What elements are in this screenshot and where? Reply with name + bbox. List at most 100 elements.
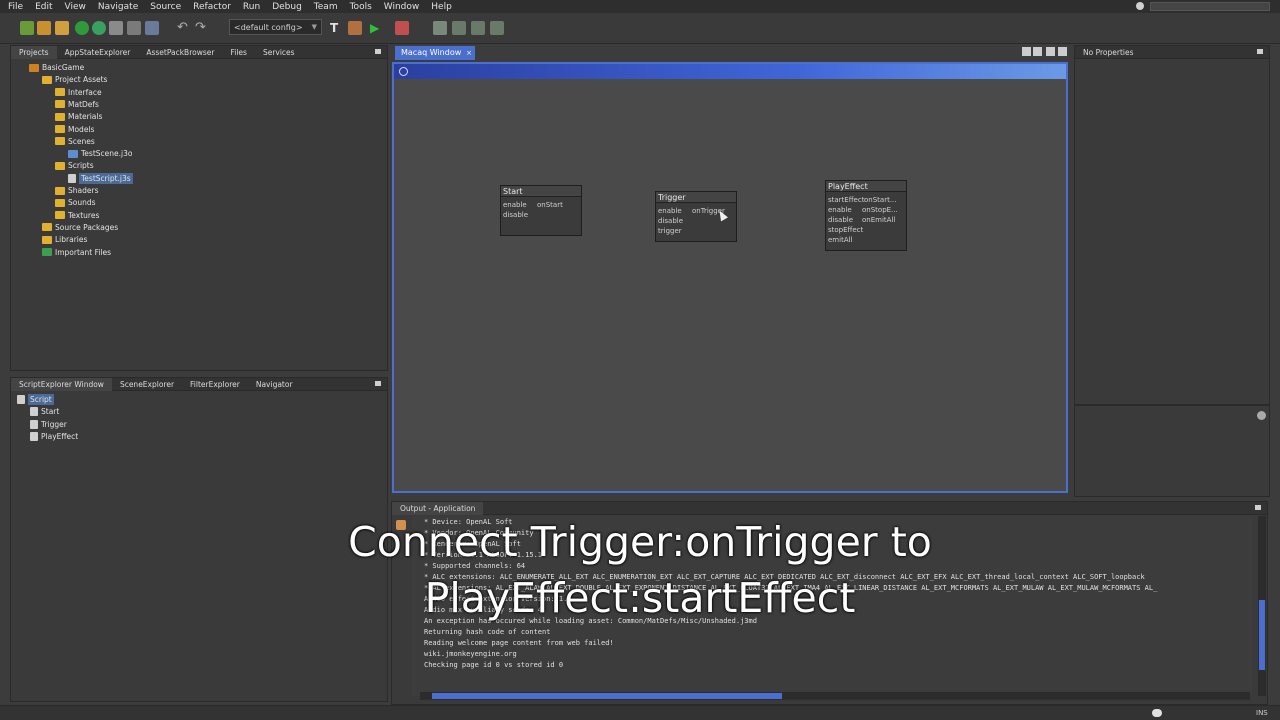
config-select-value: <default config>: [234, 22, 303, 32]
menu-debug[interactable]: Debug: [272, 2, 302, 12]
tab-files[interactable]: Files: [222, 46, 254, 59]
mountain-icon[interactable]: [471, 21, 485, 35]
tree-item[interactable]: Libraries: [42, 234, 87, 245]
tree-item[interactable]: Sounds: [55, 197, 96, 208]
tree-item[interactable]: BasicGame: [29, 62, 84, 73]
pin-enable[interactable]: enable: [658, 207, 682, 215]
script-canvas[interactable]: Start enable disable onStart Trigger ena…: [392, 62, 1068, 493]
tree-item[interactable]: Important Files: [42, 247, 111, 258]
tree-item[interactable]: MatDefs: [55, 99, 99, 110]
pin-disable[interactable]: disable: [503, 211, 528, 219]
pin-onstart[interactable]: onStart: [537, 201, 563, 209]
new-project-icon[interactable]: [37, 21, 51, 35]
maximize-icon[interactable]: [1058, 47, 1067, 56]
clean-build-icon[interactable]: [348, 21, 362, 35]
run-icon[interactable]: ▶: [370, 21, 384, 35]
pin-disable[interactable]: disable: [658, 217, 683, 225]
menu-view[interactable]: View: [65, 2, 86, 12]
node-start[interactable]: Start enable disable onStart: [500, 185, 582, 236]
save-all-icon[interactable]: [145, 21, 159, 35]
menu-window[interactable]: Window: [384, 2, 420, 12]
menu-team[interactable]: Team: [314, 2, 338, 12]
vertical-scrollbar[interactable]: [1258, 516, 1266, 696]
tab-assetpackbrowser[interactable]: AssetPackBrowser: [138, 46, 222, 59]
tree-item[interactable]: TestScript.j3s: [68, 172, 133, 184]
menu-refactor[interactable]: Refactor: [193, 2, 231, 12]
tree-item-label: MatDefs: [68, 99, 99, 109]
profile-icon[interactable]: [1136, 2, 1144, 10]
minimize-icon[interactable]: [1255, 505, 1261, 510]
close-icon[interactable]: ×: [466, 46, 472, 60]
tree-item[interactable]: PlayEffect: [30, 431, 78, 442]
terrain-tool-icon[interactable]: [490, 21, 504, 35]
tab-projects[interactable]: Projects: [11, 45, 57, 59]
pin-emitall[interactable]: emitAll: [828, 236, 853, 244]
menu-run[interactable]: Run: [243, 2, 260, 12]
redo-icon[interactable]: ↷: [195, 21, 209, 35]
undo-icon[interactable]: ↶: [177, 21, 191, 35]
scroll-left-icon[interactable]: [1022, 47, 1031, 56]
editor-tab[interactable]: Macaq Window ×: [395, 46, 475, 60]
tree-item[interactable]: Shaders: [55, 185, 98, 196]
tree-item[interactable]: TestScene.j3o: [68, 148, 132, 159]
tree-item[interactable]: Trigger: [30, 419, 67, 430]
menu-source[interactable]: Source: [150, 2, 181, 12]
open-project-icon[interactable]: [55, 21, 69, 35]
build-icon[interactable]: T: [330, 21, 344, 35]
tree-item[interactable]: Start: [30, 406, 59, 417]
pin-enable[interactable]: enable: [503, 201, 527, 209]
status-bar: INS: [0, 705, 1280, 720]
tab-filterexplorer[interactable]: FilterExplorer: [182, 378, 248, 391]
tree-item[interactable]: Scripts: [55, 160, 94, 171]
tree-item[interactable]: Source Packages: [42, 222, 118, 233]
tab-appstateexplorer[interactable]: AppStateExplorer: [57, 46, 139, 59]
debug-icon[interactable]: [395, 21, 409, 35]
menu-file[interactable]: File: [8, 2, 23, 12]
scrollbar-thumb[interactable]: [432, 693, 782, 699]
tree-item[interactable]: Materials: [55, 111, 102, 122]
menu-navigate[interactable]: Navigate: [98, 2, 138, 12]
terrain-icon[interactable]: [452, 21, 466, 35]
pin-onemitall[interactable]: onEmitAll: [862, 216, 895, 224]
menu-edit[interactable]: Edit: [35, 2, 52, 12]
vscroll-thumb[interactable]: [1259, 600, 1265, 670]
output-tab[interactable]: Output - Application: [392, 501, 484, 515]
pin-disable[interactable]: disable: [828, 216, 853, 224]
node-playeffect[interactable]: PlayEffect startEffect onStart... enable…: [825, 180, 907, 251]
tree-item[interactable]: Textures: [55, 210, 99, 221]
horizontal-scrollbar[interactable]: [420, 692, 1250, 700]
run-green-icon[interactable]: [75, 21, 89, 35]
tab-scriptexplorer-window[interactable]: ScriptExplorer Window: [11, 377, 112, 391]
pin-onstopeffect[interactable]: onStopE...: [862, 206, 898, 214]
tab-sceneexplorer[interactable]: SceneExplorer: [112, 378, 182, 391]
pin-onstart[interactable]: onStart...: [864, 196, 897, 204]
pin-starteffect[interactable]: startEffect: [828, 196, 864, 204]
scene-composer-icon[interactable]: [433, 21, 447, 35]
scroll-right-icon[interactable]: [1033, 47, 1042, 56]
notification-icon[interactable]: [1152, 709, 1162, 717]
plugin-icon[interactable]: [92, 21, 106, 35]
tab-navigator[interactable]: Navigator: [248, 378, 301, 391]
tree-item[interactable]: Scenes: [55, 136, 95, 147]
new-file-icon[interactable]: [20, 21, 34, 35]
pin-enable[interactable]: enable: [828, 206, 852, 214]
tools-icon[interactable]: [109, 21, 123, 35]
pin-trigger[interactable]: trigger: [658, 227, 682, 235]
chevron-down-icon: ▼: [311, 23, 317, 31]
menu-help[interactable]: Help: [431, 2, 452, 12]
minimize-icon[interactable]: [375, 49, 381, 54]
tab-services[interactable]: Services: [255, 46, 303, 59]
tree-item[interactable]: Models: [55, 124, 94, 135]
scroll-knob[interactable]: [1257, 411, 1266, 420]
tree-item[interactable]: Script: [17, 394, 54, 405]
tree-item[interactable]: Interface: [55, 87, 102, 98]
search-field[interactable]: [1150, 2, 1270, 11]
pin-stopeffect[interactable]: stopEffect: [828, 226, 863, 234]
menu-tools[interactable]: Tools: [350, 2, 372, 12]
save-icon[interactable]: [127, 21, 141, 35]
config-select[interactable]: <default config> ▼: [229, 19, 322, 35]
minimize-icon[interactable]: [1257, 49, 1263, 54]
tree-item[interactable]: Project Assets: [42, 74, 107, 85]
minimize-icon[interactable]: [375, 381, 381, 386]
tab-list-icon[interactable]: [1046, 47, 1055, 56]
